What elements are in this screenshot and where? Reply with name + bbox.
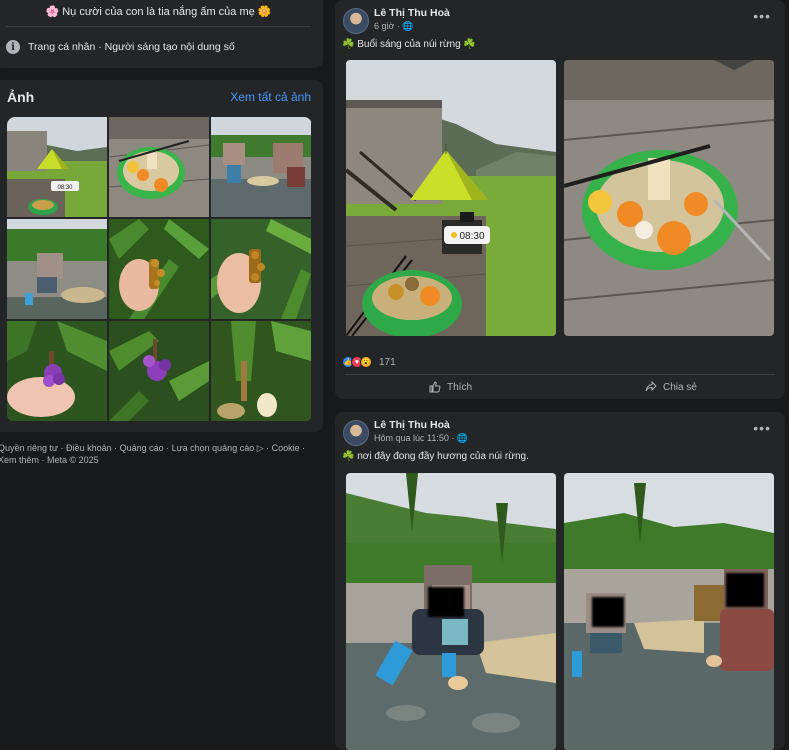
photo-thumbnail[interactable]: 08:30 [7, 117, 107, 217]
blurred-face [726, 573, 764, 607]
info-icon: i [6, 40, 20, 54]
photo-thumbnail[interactable] [109, 321, 209, 421]
avatar[interactable] [343, 420, 369, 446]
river-kid-photo [346, 473, 556, 750]
photo-thumbnail[interactable] [7, 321, 107, 421]
post-card: Lê Thị Thu Hoà 6 giờ · 🌐 ••• ☘️ Buổi sán… [335, 0, 785, 399]
camp-photo: 08:30 [7, 117, 107, 217]
post-timestamp[interactable]: Hôm qua lúc 11:50 · 🌐 [374, 433, 468, 444]
post-photo[interactable] [564, 473, 774, 750]
like-label: Thích [447, 381, 473, 393]
post-photo[interactable]: 08:30 [346, 60, 556, 336]
reactions-summary[interactable]: 👍 ♥ 😮 171 [342, 356, 396, 368]
footer-links[interactable]: Quyền riêng tư · Điều khoản · Quảng cáo … [0, 442, 318, 466]
photo-thumbnail[interactable] [109, 117, 209, 217]
post-caption: ☘️ nơi đây đong đầy hương của núi rừng. [342, 451, 529, 462]
more-options-icon[interactable]: ••• [753, 8, 771, 24]
kid-digging-photo [7, 219, 107, 319]
intro-card: 🌸 Nụ cười của con là tia nắng ấm của mẹ … [0, 0, 323, 68]
wow-reaction-icon: 😮 [360, 356, 372, 368]
share-button[interactable]: Chia sẻ [645, 381, 697, 393]
profile-category: Trang cá nhân · Người sáng tạo nội dung … [28, 41, 235, 53]
clock-label: 08:30 [57, 185, 73, 191]
photo-thumbnail[interactable] [211, 117, 311, 217]
share-label: Chia sẻ [663, 381, 697, 393]
soup-photo [564, 60, 774, 336]
post-author[interactable]: Lê Thị Thu Hoà [374, 419, 450, 431]
camp-photo: 08:30 [346, 60, 556, 336]
profile-category-row: i Trang cá nhân · Người sáng tạo nội dun… [6, 40, 235, 54]
purple-flower-photo [109, 321, 209, 421]
hand-plant-photo [211, 219, 311, 319]
divider [345, 374, 775, 375]
river-kids-photo [564, 473, 774, 750]
thumbs-up-icon [429, 381, 441, 393]
post-timestamp[interactable]: 6 giờ · 🌐 [374, 21, 414, 32]
photos-title: Ảnh [7, 89, 35, 105]
reaction-count[interactable]: 171 [379, 357, 396, 368]
profile-bio: 🌸 Nụ cười của con là tia nắng ấm của mẹ … [45, 6, 272, 18]
soup-photo [109, 117, 209, 217]
divider [6, 26, 311, 27]
like-button[interactable]: Thích [429, 381, 472, 393]
photo-thumbnail[interactable] [7, 219, 107, 319]
river-photo [211, 117, 311, 217]
more-options-icon[interactable]: ••• [753, 420, 771, 436]
post-photo[interactable] [564, 60, 774, 336]
share-icon [645, 381, 657, 392]
photo-thumbnail[interactable] [109, 219, 209, 319]
photo-thumbnail[interactable] [211, 321, 311, 421]
post-card: Lê Thị Thu Hoà Hôm qua lúc 11:50 · 🌐 •••… [335, 412, 785, 750]
see-all-photos-link[interactable]: Xem tất cả ảnh [230, 90, 311, 104]
hand-plant-photo [109, 219, 209, 319]
purple-flower-photo [7, 321, 107, 421]
post-caption: ☘️ Buổi sáng của núi rừng ☘️ [342, 39, 476, 50]
left-column: 🌸 Nụ cười của con là tia nắng ấm của mẹ … [0, 0, 323, 750]
blurred-face [592, 597, 624, 627]
avatar[interactable] [343, 8, 369, 34]
photo-thumbnail[interactable] [211, 219, 311, 319]
photos-card: Ảnh Xem tất cả ảnh 08:30 [0, 80, 323, 432]
clock-label: 08:30 [459, 231, 484, 242]
post-author[interactable]: Lê Thị Thu Hoà [374, 7, 450, 19]
post-photo[interactable] [346, 473, 556, 750]
white-flower-photo [211, 321, 311, 421]
blurred-face [428, 587, 464, 617]
photo-grid: 08:30 [7, 117, 312, 422]
